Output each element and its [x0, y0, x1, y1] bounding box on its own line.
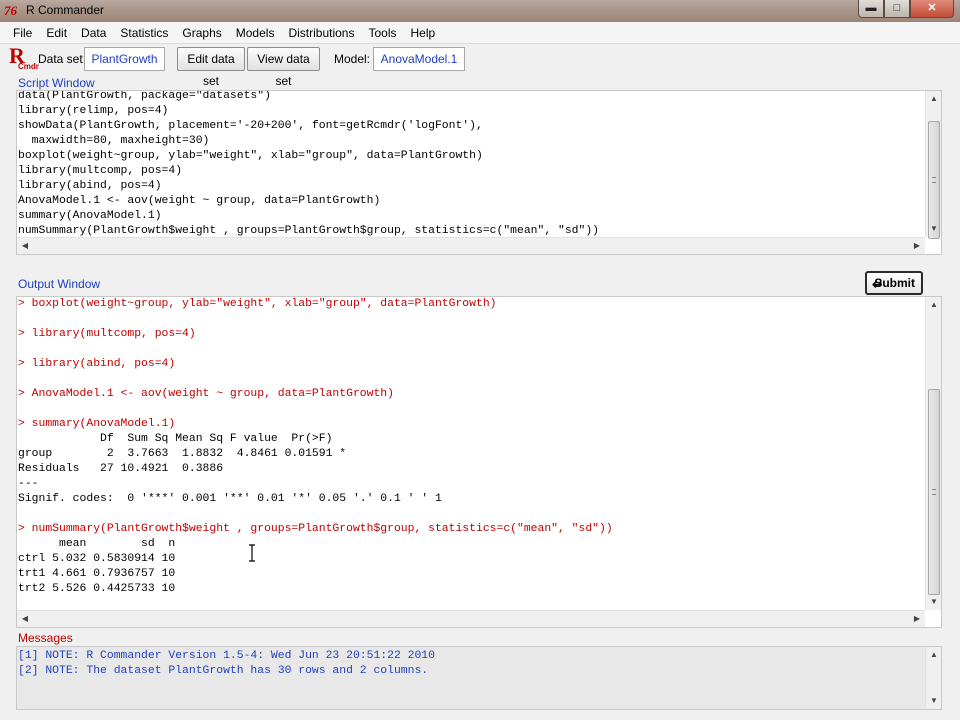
output-command-line: > library(multcomp, pos=4): [18, 328, 196, 340]
title-bar: 76 R Commander ▬ □ ✕: [0, 0, 960, 22]
output-result-line: group 2 3.7663 1.8832 4.8461 0.01591 *: [18, 448, 347, 460]
output-text[interactable]: > boxplot(weight~group, ylab="weight", x…: [18, 297, 613, 597]
scroll-left-icon[interactable]: ◀: [17, 611, 33, 627]
script-line[interactable]: library(relimp, pos=4): [18, 104, 599, 119]
scroll-down-icon[interactable]: ▼: [926, 221, 941, 237]
scroll-up-icon[interactable]: ▲: [926, 91, 941, 107]
output-result-line: [18, 402, 613, 417]
script-line[interactable]: library(abind, pos=4): [18, 179, 599, 194]
app-icon: 76: [4, 3, 17, 18]
messages-vscrollbar[interactable]: ▲ ▼: [925, 647, 941, 709]
message-line: [1] NOTE: R Commander Version 1.5-4: Wed…: [18, 650, 435, 662]
output-hscrollbar[interactable]: ◀ ▶: [17, 610, 925, 627]
maximize-icon[interactable]: □: [884, 0, 910, 18]
script-line[interactable]: AnovaModel.1 <- aov(weight ~ group, data…: [18, 194, 599, 209]
window-controls: ▬ □ ✕: [858, 0, 954, 18]
script-line[interactable]: data(PlantGrowth, package="datasets"): [18, 91, 599, 104]
output-result-line: trt1 4.661 0.7936757 10: [18, 568, 176, 580]
output-vscrollbar[interactable]: ▲ ▼: [925, 297, 941, 610]
close-icon[interactable]: ✕: [910, 0, 954, 18]
output-command-line: > boxplot(weight~group, ylab="weight", x…: [18, 298, 497, 310]
menu-help[interactable]: Help: [404, 23, 443, 43]
dataset-label: Data set:: [38, 52, 87, 66]
script-line[interactable]: maxwidth=80, maxheight=30): [18, 134, 599, 149]
submit-button[interactable]: ↵ Submit: [865, 271, 923, 295]
messages-text: [1] NOTE: R Commander Version 1.5-4: Wed…: [18, 649, 435, 679]
output-result-line: mean sd n: [18, 538, 176, 550]
output-result-line: ctrl 5.032 0.5830914 10: [18, 553, 176, 565]
output-command-line: > summary(AnovaModel.1): [18, 418, 176, 430]
scroll-right-icon[interactable]: ▶: [909, 611, 925, 627]
edit-dataset-button[interactable]: Edit data set: [177, 47, 245, 88]
view-dataset-button[interactable]: View data set: [247, 47, 320, 88]
output-window-label: Output Window: [18, 277, 101, 291]
scroll-down-icon[interactable]: ▼: [926, 594, 941, 610]
minimize-icon[interactable]: ▬: [858, 0, 884, 18]
script-hscrollbar[interactable]: ◀ ▶: [17, 237, 925, 254]
output-result-line: ---: [18, 478, 39, 490]
menu-bar: File Edit Data Statistics Graphs Models …: [0, 22, 960, 44]
text-cursor-icon: [249, 544, 255, 562]
rcmdr-logo: R Cmdr: [9, 43, 39, 72]
message-line: [2] NOTE: The dataset PlantGrowth has 30…: [18, 665, 429, 677]
model-label: Model:: [334, 52, 371, 66]
scroll-right-icon[interactable]: ▶: [909, 238, 925, 254]
script-line[interactable]: library(multcomp, pos=4): [18, 164, 599, 179]
output-result-line: [18, 312, 613, 327]
output-command-line: > numSummary(PlantGrowth$weight , groups…: [18, 523, 613, 535]
output-command-line: > library(abind, pos=4): [18, 358, 176, 370]
scroll-thumb[interactable]: [928, 389, 940, 595]
menu-models[interactable]: Models: [229, 23, 282, 43]
script-line[interactable]: boxplot(weight~group, ylab="weight", xla…: [18, 149, 599, 164]
scroll-down-icon[interactable]: ▼: [926, 693, 941, 709]
dataset-select[interactable]: PlantGrowth: [84, 47, 165, 71]
enter-arrow-icon: ↵: [872, 276, 884, 292]
output-result-line: Residuals 27 10.4921 0.3886: [18, 463, 224, 475]
output-result-line: Df Sum Sq Mean Sq F value Pr(>F): [18, 433, 333, 445]
script-text[interactable]: data(PlantGrowth, package="datasets") lib…: [18, 91, 599, 239]
script-line[interactable]: summary(AnovaModel.1): [18, 209, 599, 224]
output-result-line: Signif. codes: 0 '***' 0.001 '**' 0.01 '…: [18, 493, 442, 505]
script-line[interactable]: showData(PlantGrowth, placement='-20+200…: [18, 119, 599, 134]
model-select[interactable]: AnovaModel.1: [373, 47, 465, 71]
script-window[interactable]: data(PlantGrowth, package="datasets") lib…: [16, 90, 942, 255]
menu-file[interactable]: File: [6, 23, 39, 43]
menu-data[interactable]: Data: [74, 23, 113, 43]
scroll-up-icon[interactable]: ▲: [926, 647, 941, 663]
messages-window[interactable]: [1] NOTE: R Commander Version 1.5-4: Wed…: [16, 646, 942, 710]
output-command-line: > AnovaModel.1 <- aov(weight ~ group, da…: [18, 388, 394, 400]
output-result-line: [18, 372, 613, 387]
output-window[interactable]: > boxplot(weight~group, ylab="weight", x…: [16, 296, 942, 628]
script-vscrollbar[interactable]: ▲ ▼: [925, 91, 941, 239]
menu-edit[interactable]: Edit: [39, 23, 74, 43]
menu-tools[interactable]: Tools: [361, 23, 403, 43]
logo-cmdr: Cmdr: [18, 62, 39, 71]
scroll-up-icon[interactable]: ▲: [926, 297, 941, 313]
window-title: R Commander: [26, 3, 105, 17]
output-result-line: [18, 342, 613, 357]
toolbar: R Cmdr Data set: PlantGrowth Edit data s…: [0, 43, 960, 88]
output-result-line: trt2 5.526 0.4425733 10: [18, 583, 176, 595]
script-window-label: Script Window: [18, 76, 95, 90]
menu-statistics[interactable]: Statistics: [113, 23, 175, 43]
menu-distributions[interactable]: Distributions: [281, 23, 361, 43]
messages-label: Messages: [18, 631, 73, 645]
output-result-line: [18, 507, 613, 522]
scroll-left-icon[interactable]: ◀: [17, 238, 33, 254]
menu-graphs[interactable]: Graphs: [175, 23, 228, 43]
